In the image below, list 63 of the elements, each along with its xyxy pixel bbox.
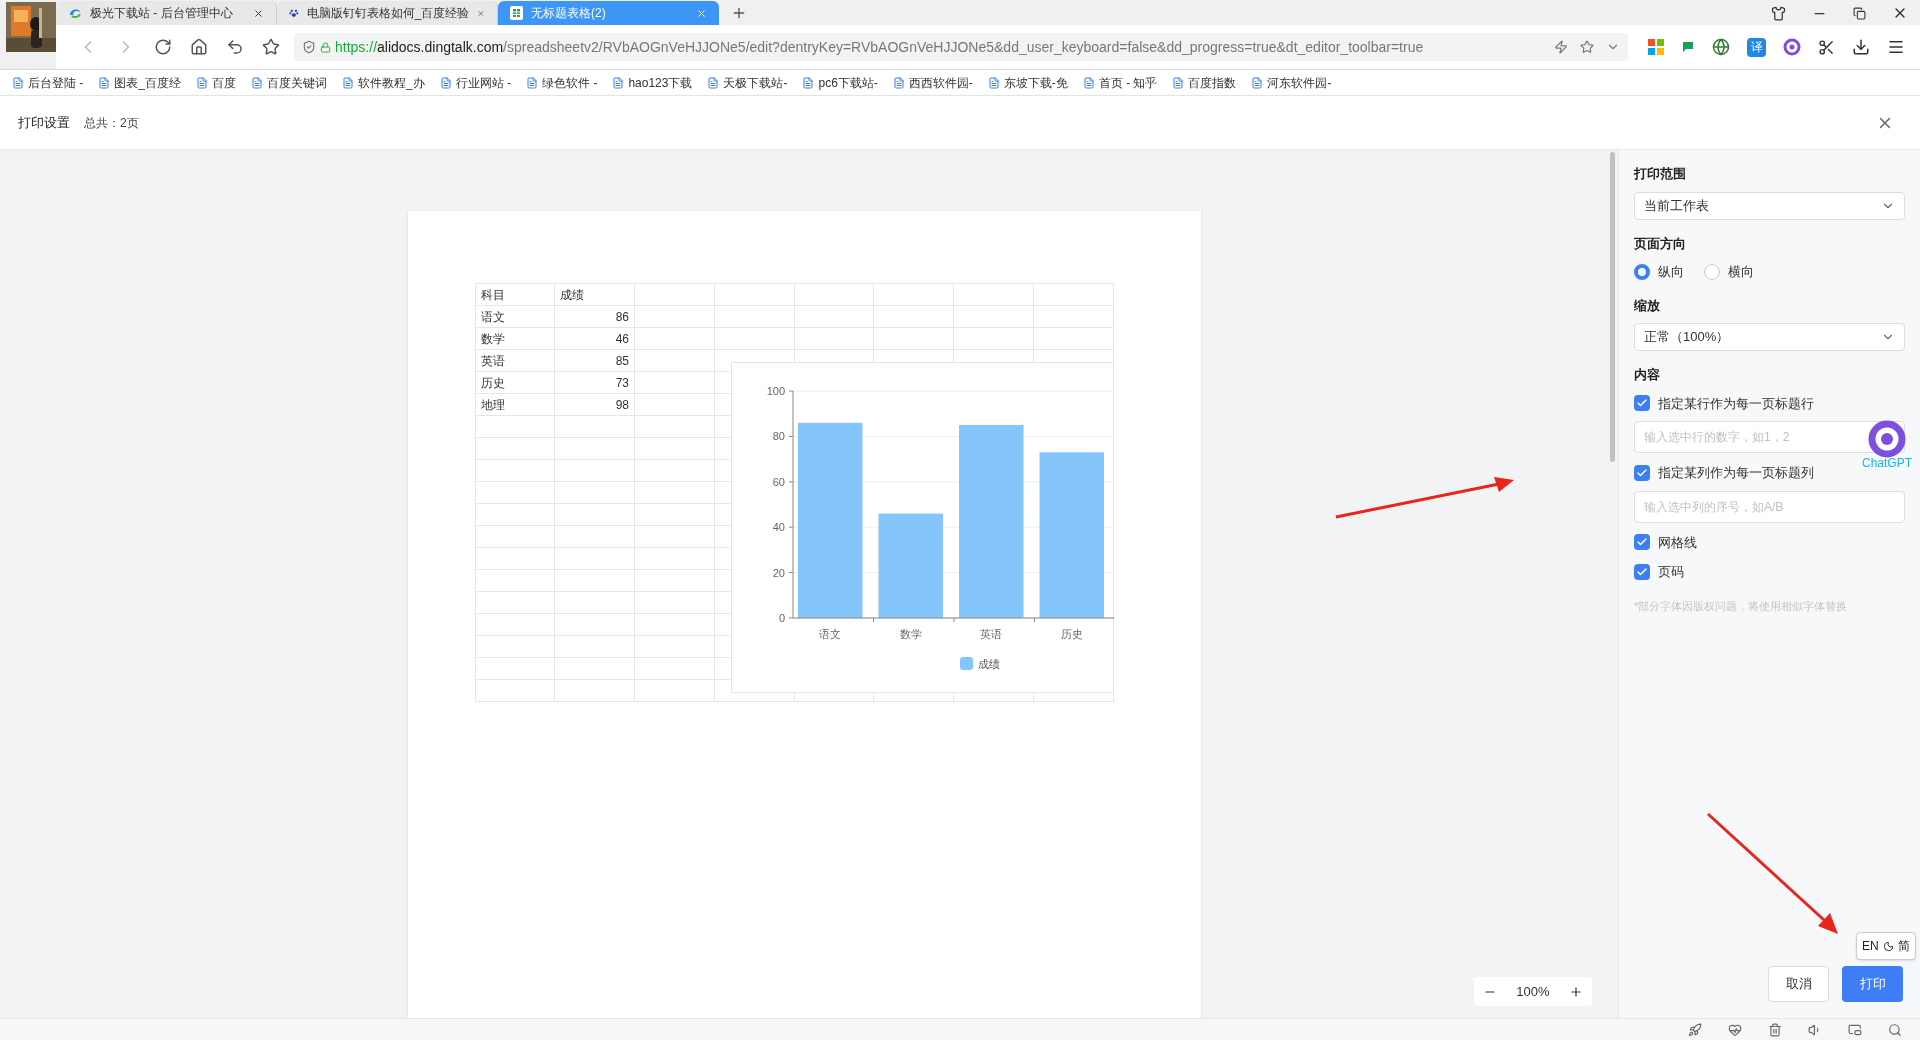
print-button[interactable]: 打印: [1842, 966, 1903, 1002]
zoom-level: 100%: [1516, 982, 1550, 1001]
page-title: 打印设置: [18, 113, 70, 132]
radio-option[interactable]: 横向: [1704, 262, 1754, 282]
checkbox-label: 网格线: [1658, 533, 1697, 552]
bookmark-link[interactable]: 后台登陆 -: [28, 73, 84, 92]
checkbox-label: 指定某列作为每一页标题列: [1658, 464, 1814, 482]
table-cell-text: 科目: [479, 287, 506, 304]
bookmark-link[interactable]: 绿色软件 -: [542, 73, 598, 92]
bookmark-link[interactable]: pc6下载站-: [818, 73, 878, 92]
range-dropdown[interactable]: 当前工作表: [1634, 191, 1905, 220]
axis-label: 数学: [899, 628, 922, 640]
axis-label: 60: [772, 475, 785, 488]
axis-label: 英语: [979, 628, 1002, 640]
browser-tab[interactable]: 电脑版钉钉表格如何_百度经验: [277, 1, 498, 25]
bookmark-link[interactable]: 天极下载站-: [723, 73, 788, 92]
checkbox-label: 页码: [1658, 563, 1684, 581]
table-cell-text: 46: [614, 331, 630, 348]
bookmark-link[interactable]: 百度指数: [1188, 73, 1237, 92]
bookmark-link[interactable]: 首页 - 知乎: [1098, 73, 1158, 92]
axis-label: 80: [772, 430, 785, 443]
scale-dropdown[interactable]: 正常（100%）: [1634, 323, 1905, 351]
browser-tab[interactable]: 极光下载站 - 后台管理中心: [56, 1, 277, 25]
bookmark-link[interactable]: 软件教程_办: [358, 73, 425, 92]
axis-label: 0: [778, 612, 785, 624]
table-cell-text: 85: [614, 353, 630, 370]
page-count: 总共：2页: [84, 114, 139, 132]
bookmark-link[interactable]: 河东软件园-: [1267, 73, 1332, 92]
table-cell-text: 86: [614, 309, 630, 326]
table-cell-text: 语文: [479, 309, 506, 326]
bookmark-link[interactable]: hao123下载: [628, 73, 693, 92]
table-cell-text: 73: [614, 375, 630, 392]
legend-label: 成绩: [977, 658, 1000, 670]
bookmark-link[interactable]: 图表_百度经: [114, 73, 182, 92]
checkbox-label: 指定某行作为每一页标题行: [1658, 394, 1814, 413]
radio-option[interactable]: 纵向: [1634, 262, 1684, 282]
input-field[interactable]: 输入选中行的数字，如1，2: [1634, 421, 1905, 453]
ime-indicator[interactable]: EN 简: [1856, 932, 1916, 960]
axis-label: 100: [766, 385, 785, 397]
axis-label: 40: [772, 521, 785, 534]
bookmark-link[interactable]: 西西软件园-: [908, 73, 973, 92]
table-cell-text: 英语: [479, 353, 506, 370]
table-cell-text: 数学: [479, 331, 506, 348]
axis-label: 历史: [1060, 628, 1083, 640]
section-label: 内容: [1634, 366, 1661, 384]
table-cell-text: 98: [614, 397, 630, 414]
table-cell-text: 地理: [479, 397, 506, 414]
input-field[interactable]: 输入选中列的序号，如A/B: [1634, 490, 1905, 523]
cancel-button[interactable]: 取消: [1768, 966, 1829, 1002]
address-bar[interactable]: https://alidocs.dingtalk.com/spreadsheetv2/RVbAOGnVeHJJONe5/edit?dentryKey=RVbAOGnVeHJJONe5&dd_user_keyboard=false&dd_progress=true&dt_editor_toolbar=true: [294, 33, 1628, 61]
section-label: 缩放: [1634, 296, 1661, 315]
axis-label: 语文: [818, 628, 841, 640]
bookmark-link[interactable]: 百度: [212, 73, 237, 92]
section-label: 打印范围: [1634, 165, 1687, 183]
url-text: https://alidocs.dingtalk.com/spreadsheetv2/RVbAOGnVeHJJONe5/edit?dentryKey=RVbAOGnVeHJJONe5&dd_user_keyboard=false&dd_progress=true&dt_editor_toolbar=true: [335, 37, 1425, 57]
section-label: 页面方向: [1634, 234, 1687, 253]
bookmark-link[interactable]: 百度关键词: [267, 73, 328, 92]
translate-button[interactable]: 译: [1747, 37, 1766, 57]
axis-label: 20: [772, 566, 785, 579]
bookmark-link[interactable]: 东坡下载-免: [1003, 73, 1068, 92]
table-cell-text: 历史: [479, 375, 506, 392]
bookmark-link[interactable]: 行业网站 -: [455, 73, 512, 92]
table-cell-text: 成绩: [559, 287, 586, 304]
